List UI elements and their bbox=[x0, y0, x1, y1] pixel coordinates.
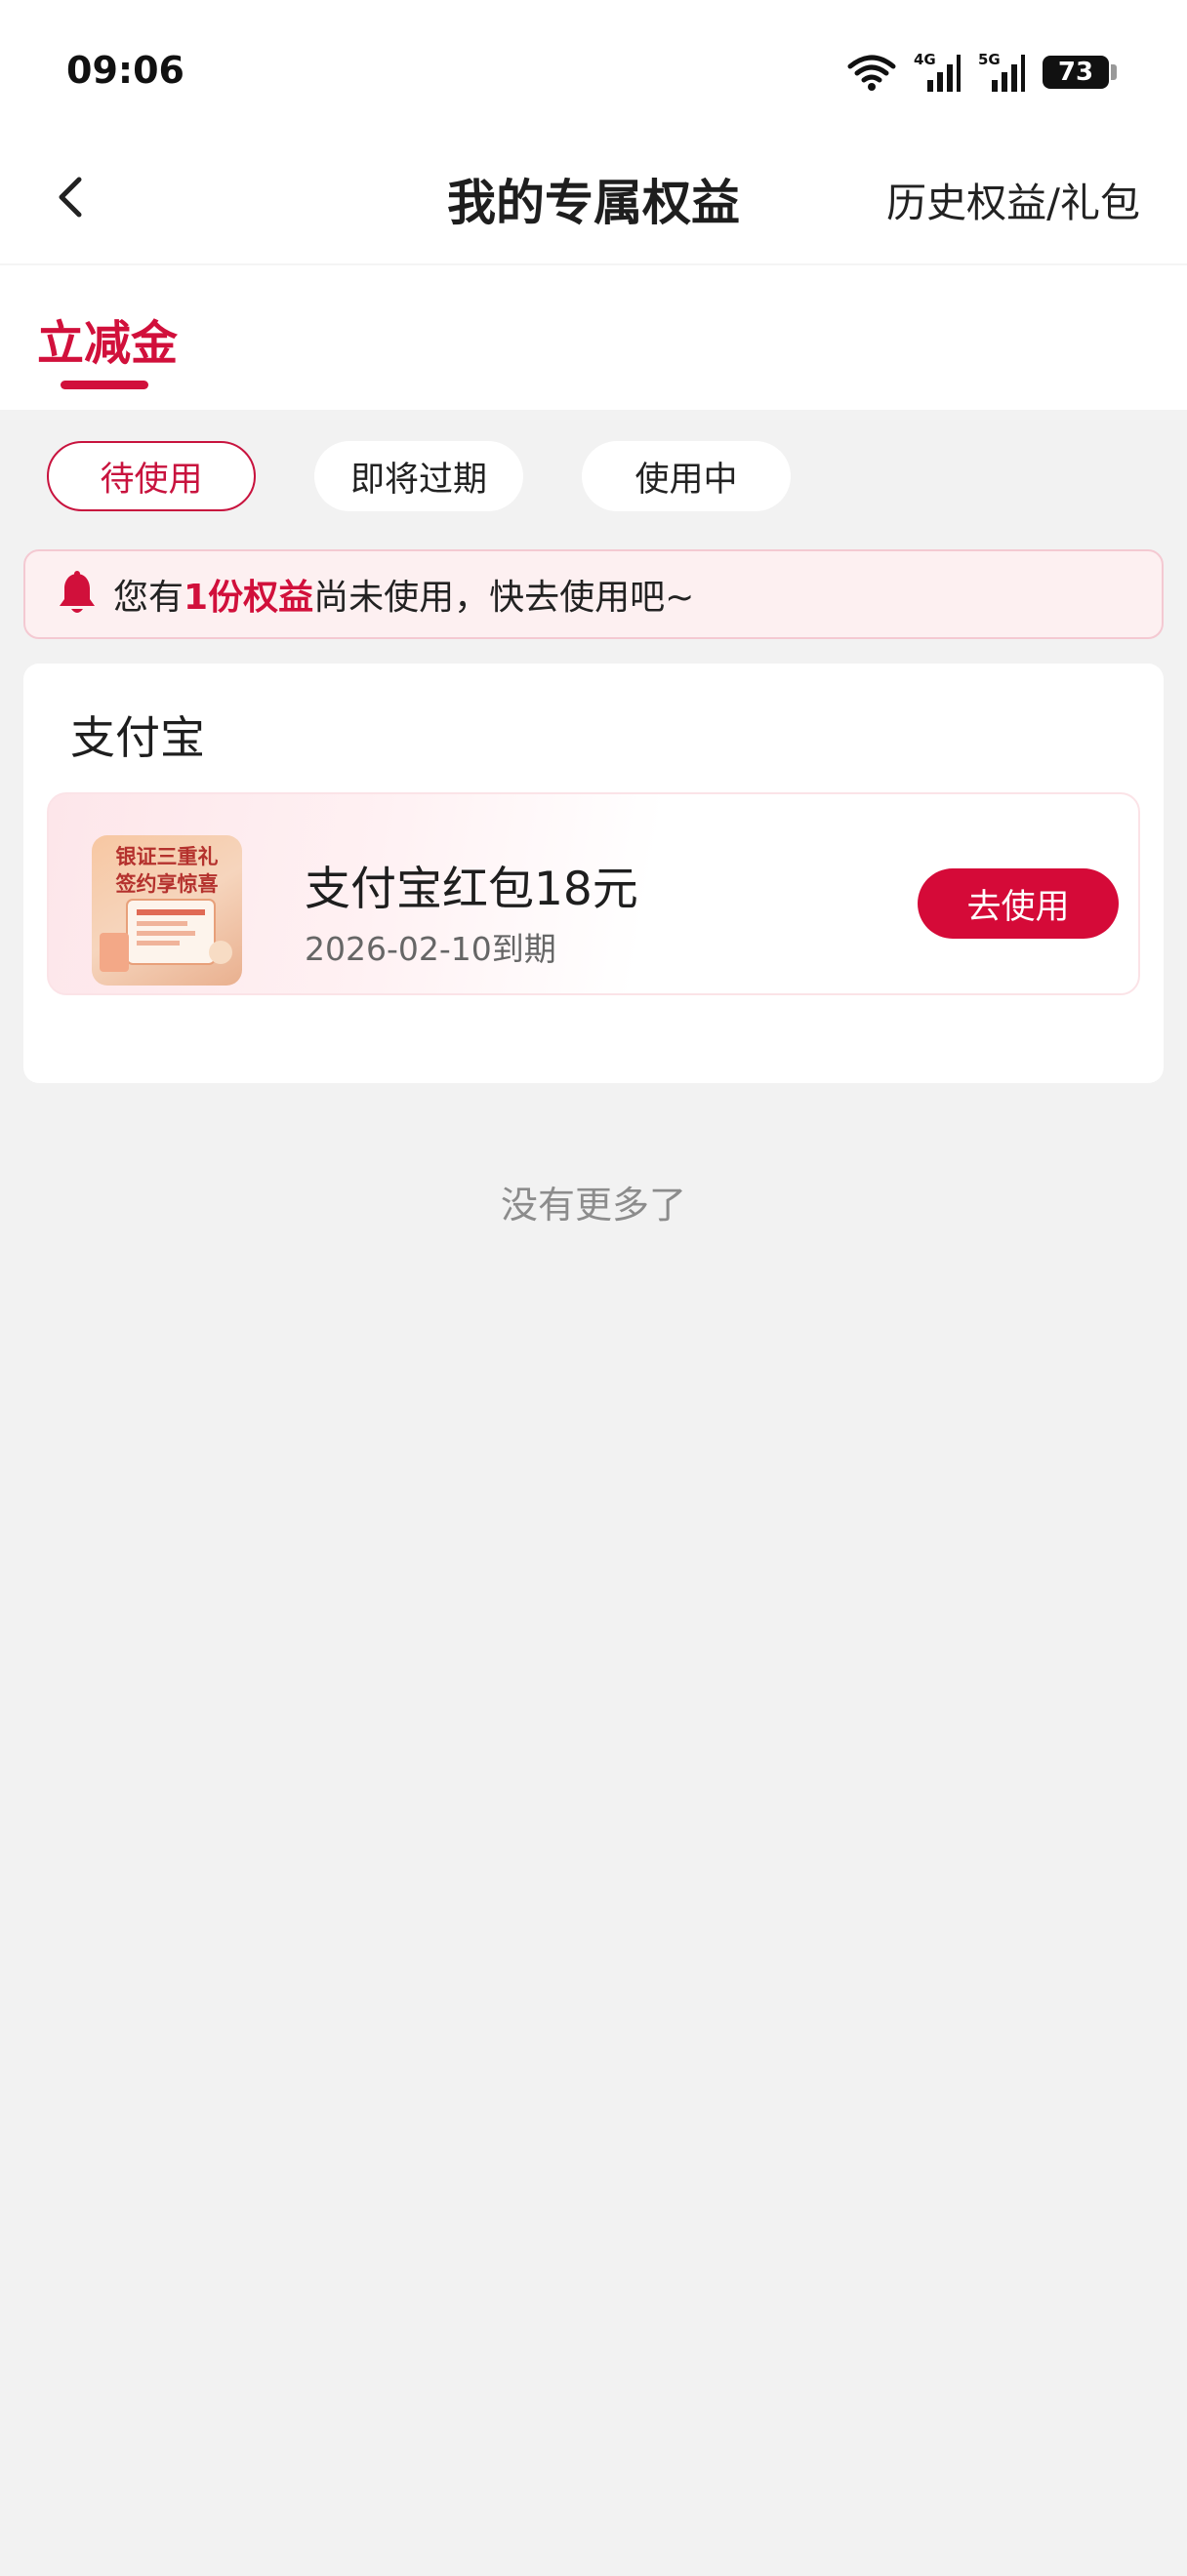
bell-icon bbox=[60, 571, 95, 613]
card-section-title: 支付宝 bbox=[70, 711, 205, 764]
page: 09:06 4G 5G 73 我的专属权益 历史权益/礼包 立减金 待使用 即将… bbox=[0, 0, 1187, 2576]
battery-icon: 73 bbox=[1043, 56, 1117, 89]
filter-chip-pending[interactable]: 待使用 bbox=[47, 441, 256, 511]
filter-chip-in-use[interactable]: 使用中 bbox=[582, 441, 791, 511]
signal-5g-label: 5G bbox=[978, 51, 1001, 68]
wifi-icon bbox=[847, 55, 896, 91]
signal-5g-icon: 5G bbox=[978, 51, 1025, 92]
coupon-title: 支付宝红包18元 bbox=[305, 863, 638, 916]
tab-instant-discount[interactable]: 立减金 bbox=[37, 304, 178, 373]
notice-text: 您有1份权益尚未使用，快去使用吧~ bbox=[113, 569, 694, 620]
filter-chips: 待使用 即将过期 使用中 bbox=[47, 441, 791, 511]
notice-prefix: 您有 bbox=[113, 578, 184, 618]
category-tabs: 立减金 bbox=[0, 265, 1187, 410]
filter-chip-expiring[interactable]: 即将过期 bbox=[314, 441, 523, 511]
coupon-thumbnail: 银证三重礼 签约享惊喜 bbox=[92, 835, 242, 986]
status-bar: 09:06 4G 5G 73 bbox=[0, 0, 1187, 146]
nav-bar: 我的专属权益 历史权益/礼包 bbox=[0, 146, 1187, 263]
notice-suffix: 尚未使用，快去使用吧~ bbox=[313, 578, 695, 618]
coupon-item: 银证三重礼 签约享惊喜 支付宝红包18元 2026-02-10到期 去使用 bbox=[47, 792, 1140, 995]
unused-benefit-notice: 您有1份权益尚未使用，快去使用吧~ bbox=[23, 549, 1164, 639]
gift-card-illustration bbox=[100, 899, 232, 972]
history-benefits-link[interactable]: 历史权益/礼包 bbox=[886, 170, 1140, 228]
coupon-expiry: 2026-02-10到期 bbox=[305, 930, 556, 968]
status-icons: 4G 5G 73 bbox=[847, 51, 1117, 94]
status-time: 09:06 bbox=[66, 49, 184, 92]
battery-level: 73 bbox=[1057, 58, 1094, 87]
no-more-text: 没有更多了 bbox=[500, 1184, 686, 1227]
use-now-button[interactable]: 去使用 bbox=[918, 868, 1119, 939]
tab-active-indicator bbox=[61, 381, 148, 389]
signal-4g-icon: 4G bbox=[914, 51, 961, 92]
benefit-card: 支付宝 银证三重礼 签约享惊喜 支付宝红包18元 2026-02-10到期 去使… bbox=[23, 664, 1164, 1083]
notice-highlight: 1份权益 bbox=[184, 578, 314, 618]
signal-4g-label: 4G bbox=[914, 51, 936, 68]
